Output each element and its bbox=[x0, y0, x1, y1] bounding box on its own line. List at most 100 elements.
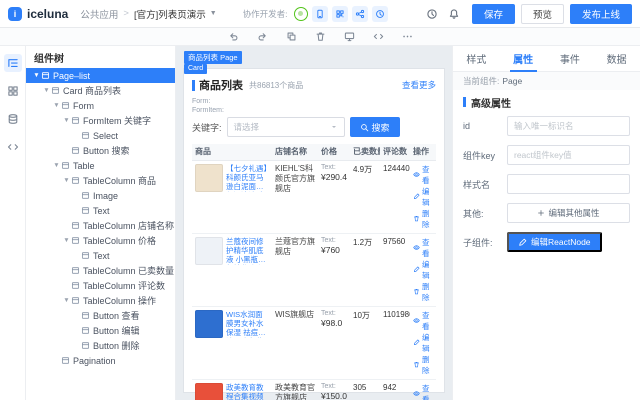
price-value: ¥150.0 bbox=[321, 390, 347, 400]
tree-node[interactable]: Text bbox=[26, 203, 175, 218]
component-library-icon[interactable] bbox=[4, 82, 22, 100]
delete-action-link[interactable]: 删除 bbox=[413, 354, 433, 376]
tree-node[interactable]: Image bbox=[26, 188, 175, 203]
product-name-link[interactable]: 兰蔻夜间修护精华肌底液 小黑瓶面部精华 保湿提亮滋润肤色 女官方正品 bbox=[226, 237, 269, 265]
chevron-down-icon[interactable]: ▼ bbox=[210, 10, 217, 17]
shop-name: 兰蔻官方旗舰店 bbox=[275, 236, 315, 256]
redo-icon[interactable] bbox=[256, 30, 269, 43]
breadcrumb[interactable]: 公共应用 > [官方]列表页演示 ▼ bbox=[80, 7, 216, 21]
copy-icon[interactable] bbox=[285, 30, 298, 43]
tree-caret-icon[interactable]: ▼ bbox=[42, 87, 51, 94]
view-action-link[interactable]: 查看 bbox=[413, 310, 433, 332]
delete-action-link[interactable]: 删除 bbox=[413, 208, 433, 230]
preview-icon[interactable] bbox=[343, 30, 356, 43]
page-selection-tag[interactable]: 商品列表 Page bbox=[184, 51, 242, 64]
key-field-label: 组件key bbox=[463, 150, 496, 161]
product-image[interactable] bbox=[195, 163, 223, 192]
tree-node-label: Image bbox=[93, 190, 119, 201]
undo-icon[interactable] bbox=[227, 30, 240, 43]
tree-caret-icon[interactable]: ▼ bbox=[52, 162, 61, 169]
tree-node[interactable]: ▼ TableColumn 价格 bbox=[26, 233, 175, 248]
tree-caret-icon[interactable]: ▼ bbox=[62, 117, 71, 124]
more-icon[interactable] bbox=[401, 30, 414, 43]
tree-node[interactable]: ▼ Page–list bbox=[26, 68, 175, 83]
tree-node[interactable]: Button 删除 bbox=[26, 338, 175, 353]
publish-button[interactable]: 发布上线 bbox=[569, 3, 632, 24]
product-image[interactable] bbox=[195, 382, 223, 400]
tree-caret-icon[interactable]: ▼ bbox=[52, 102, 61, 109]
breadcrumb-app[interactable]: 公共应用 bbox=[80, 7, 118, 21]
edit-action-link[interactable]: 编辑 bbox=[413, 186, 433, 208]
tab-事件[interactable]: 事件 bbox=[547, 46, 594, 71]
table-column-header: 操作 bbox=[410, 144, 436, 161]
tree-node[interactable]: TableColumn 店铺名称 bbox=[26, 218, 175, 233]
tab-数据[interactable]: 数据 bbox=[593, 46, 640, 71]
tree-caret-icon[interactable]: ▼ bbox=[62, 237, 71, 244]
code-icon[interactable] bbox=[372, 30, 385, 43]
class-name-field[interactable] bbox=[507, 174, 630, 194]
delete-action-link[interactable]: 删除 bbox=[413, 281, 433, 303]
advanced-props-section[interactable]: 高级属性 bbox=[453, 90, 640, 114]
edit-other-props-button[interactable]: 编辑其他属性 bbox=[507, 203, 630, 223]
history-icon[interactable] bbox=[371, 5, 388, 22]
component-icon bbox=[81, 131, 90, 140]
tree-node[interactable]: ▼ Form bbox=[26, 98, 175, 113]
tab-样式[interactable]: 样式 bbox=[453, 46, 500, 71]
page-schema-icon[interactable] bbox=[4, 138, 22, 156]
breadcrumb-page[interactable]: [官方]列表页演示 bbox=[134, 7, 206, 21]
share-icon[interactable] bbox=[351, 5, 368, 22]
product-image[interactable] bbox=[195, 236, 223, 265]
delete-icon[interactable] bbox=[314, 30, 327, 43]
tree-node-label: TableColumn 已卖数量 bbox=[83, 266, 175, 276]
card-component[interactable]: Card 商品列表 共86813个商品 查看更多 Form: FormItem:… bbox=[184, 64, 444, 400]
clock-icon[interactable] bbox=[426, 8, 438, 20]
product-image[interactable] bbox=[195, 309, 223, 338]
tree-node[interactable]: TableColumn 已卖数量 bbox=[26, 263, 175, 278]
component-icon bbox=[51, 86, 60, 95]
collaborator-avatar[interactable] bbox=[293, 6, 308, 21]
tree-node[interactable]: ▼ TableColumn 商品 bbox=[26, 173, 175, 188]
tree-node[interactable]: Pagination bbox=[26, 353, 175, 368]
design-canvas[interactable]: 商品列表 Page Card 商品列表 共86813个商品 查看更多 Form:… bbox=[176, 46, 452, 400]
edit-reactnode-button[interactable]: 编辑ReactNode bbox=[507, 232, 602, 252]
product-name-link[interactable]: 【七夕礼遇】科颜氏亚马逊白泥面膜 保湿清洁毛孔清爽净透控油补水男女面膜 bbox=[226, 164, 269, 192]
qrcode-icon[interactable] bbox=[331, 5, 348, 22]
keyword-select[interactable]: 请选择 bbox=[226, 117, 345, 137]
edit-action-link[interactable]: 编辑 bbox=[413, 332, 433, 354]
datasource-icon[interactable] bbox=[4, 110, 22, 128]
card-selection-tag[interactable]: Card bbox=[184, 64, 208, 74]
tree-node[interactable]: Text bbox=[26, 248, 175, 263]
product-name-link[interactable]: 政美教育教程合集视频教程 抗衰老视频+面部护理视频教程24小时 bbox=[226, 383, 269, 400]
bell-icon[interactable] bbox=[448, 8, 460, 20]
tree-caret-icon[interactable]: ▼ bbox=[62, 177, 71, 184]
product-name-link[interactable]: WIS水润面膜男女补水 保湿 祛痘控油淡痘印收缩毛孔面膜贴男女官网正品 bbox=[226, 310, 269, 338]
view-action-link[interactable]: 查看 bbox=[413, 383, 433, 400]
tree-node[interactable]: ▼ FormItem 关键字 bbox=[26, 113, 175, 128]
tree-node[interactable]: ▼ Table bbox=[26, 158, 175, 173]
tree-node[interactable]: Button 搜索 bbox=[26, 143, 175, 158]
tree-node[interactable]: Button 编辑 bbox=[26, 323, 175, 338]
save-button[interactable]: 保存 bbox=[471, 3, 515, 24]
tree-node[interactable]: Select bbox=[26, 128, 175, 143]
view-more-link[interactable]: 查看更多 bbox=[402, 79, 436, 91]
tab-属性[interactable]: 属性 bbox=[500, 46, 547, 72]
price-value: ¥290.4 bbox=[321, 171, 347, 182]
tree-caret-icon[interactable]: ▼ bbox=[32, 72, 41, 79]
edit-action-link[interactable]: 编辑 bbox=[413, 259, 433, 281]
search-button[interactable]: 搜索 bbox=[349, 117, 400, 137]
breadcrumb-separator: > bbox=[123, 8, 129, 19]
tree-node[interactable]: Button 查看 bbox=[26, 308, 175, 323]
table-row: 兰蔻夜间修护精华肌底液 小黑瓶面部精华 保湿提亮滋润肤色 女官方正品兰蔻官方旗舰… bbox=[192, 233, 436, 307]
tree-caret-icon[interactable]: ▼ bbox=[62, 297, 71, 304]
component-tree-icon[interactable] bbox=[3, 54, 22, 72]
id-field[interactable] bbox=[507, 116, 630, 136]
other-field-label: 其他: bbox=[463, 208, 484, 219]
tree-node[interactable]: ▼ Card 商品列表 bbox=[26, 83, 175, 98]
component-key-field[interactable] bbox=[507, 145, 630, 165]
preview-button[interactable]: 预览 bbox=[520, 3, 564, 24]
view-action-link[interactable]: 查看 bbox=[413, 164, 433, 186]
tree-node[interactable]: ▼ TableColumn 操作 bbox=[26, 293, 175, 308]
tree-node[interactable]: TableColumn 评论数 bbox=[26, 278, 175, 293]
view-action-link[interactable]: 查看 bbox=[413, 237, 433, 259]
phone-preview-icon[interactable] bbox=[311, 5, 328, 22]
